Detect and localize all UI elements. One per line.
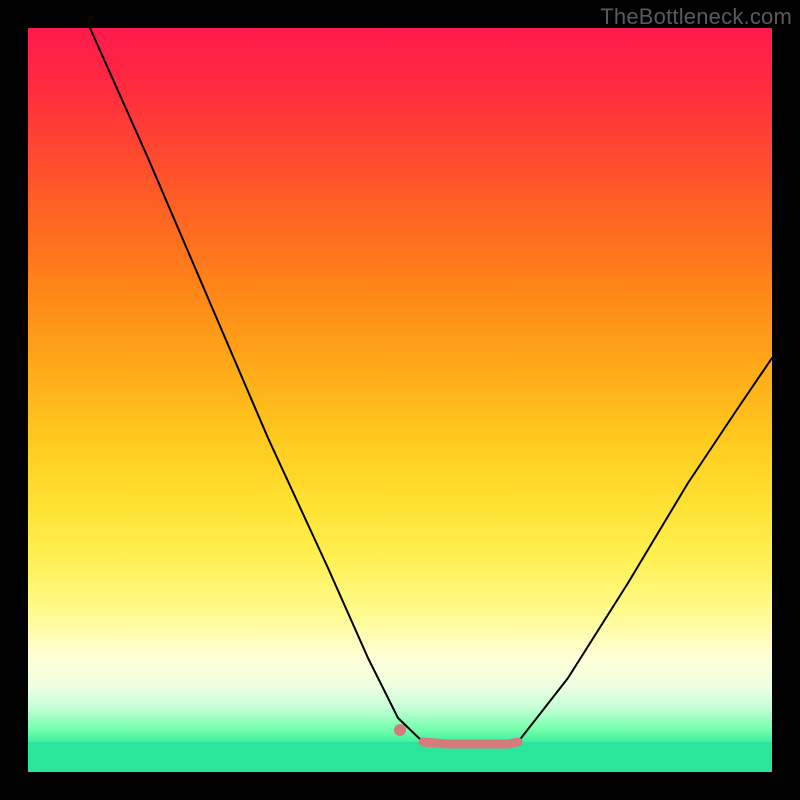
trough-start-dot (394, 724, 406, 736)
trough-flat-line (423, 742, 518, 744)
chart-plot-area (28, 28, 772, 772)
right-curve-line (518, 358, 772, 742)
watermark-text: TheBottleneck.com (600, 4, 792, 30)
curve-overlay (28, 28, 772, 772)
left-curve-line (90, 28, 423, 742)
